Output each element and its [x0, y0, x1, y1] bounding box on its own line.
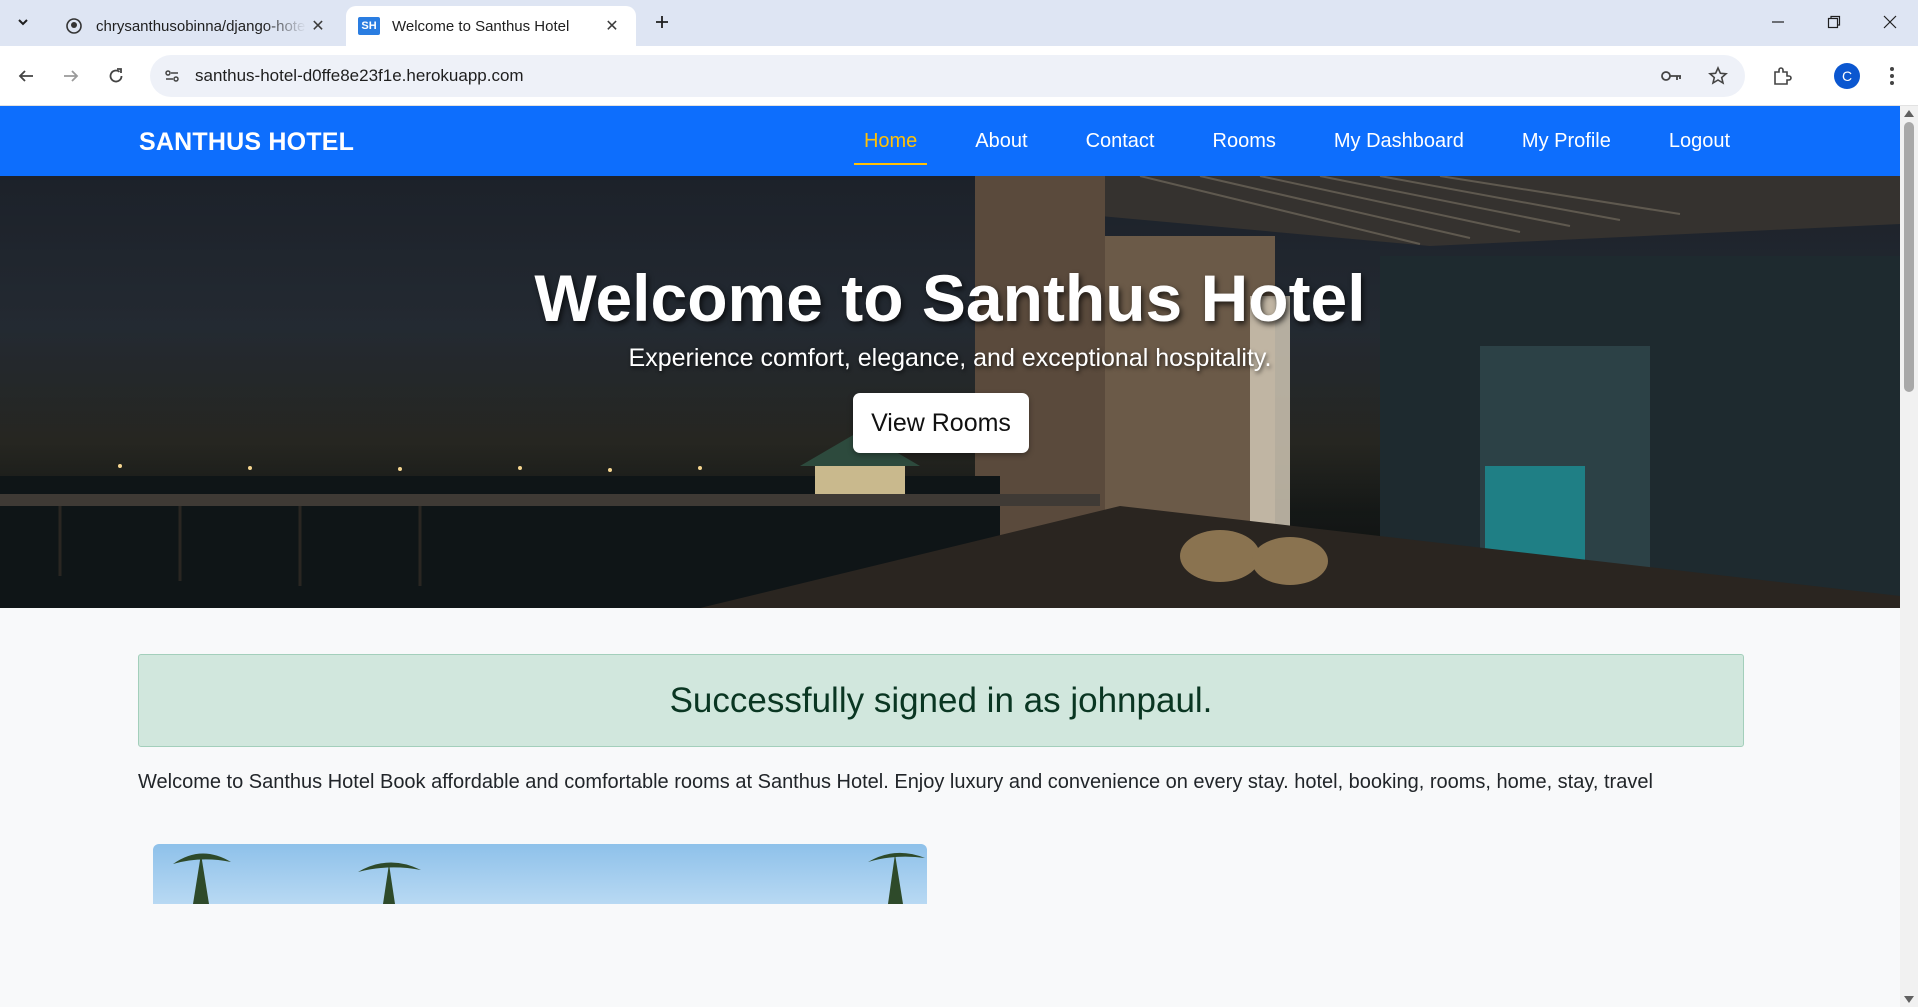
- close-icon: [1883, 15, 1897, 29]
- tab-search-button[interactable]: [6, 8, 40, 36]
- room-preview-image: [153, 844, 927, 904]
- scrollbar-thumb[interactable]: [1904, 122, 1914, 392]
- browser-tab-santhus[interactable]: SH Welcome to Santhus Hotel ✕: [346, 6, 636, 46]
- back-button[interactable]: [10, 60, 42, 92]
- site-favicon-icon: SH: [358, 17, 380, 35]
- reload-icon: [109, 68, 123, 83]
- scroll-up-arrow-icon[interactable]: [1904, 110, 1914, 117]
- puzzle-icon: [1774, 67, 1792, 85]
- minimize-icon: [1772, 21, 1784, 23]
- plus-icon: [656, 16, 668, 28]
- reload-button[interactable]: [100, 60, 132, 92]
- forward-button[interactable]: [55, 60, 87, 92]
- site-navbar: SANTHUS HOTEL Home About Contact Rooms M…: [0, 106, 1900, 176]
- github-icon: [64, 16, 84, 36]
- nav-link-about[interactable]: About: [965, 126, 1037, 157]
- new-tab-button[interactable]: [648, 8, 676, 36]
- close-tab-icon[interactable]: ✕: [600, 14, 624, 38]
- arrow-left-icon: [18, 70, 33, 82]
- site-brand[interactable]: SANTHUS HOTEL: [139, 128, 354, 157]
- hero-heading: Welcome to Santhus Hotel: [534, 261, 1366, 335]
- hero-subheading: Experience comfort, elegance, and except…: [628, 344, 1272, 372]
- tab-title: chrysanthusobinna/django-hotel: [96, 17, 306, 35]
- close-window-button[interactable]: [1862, 0, 1918, 44]
- nav-link-profile[interactable]: My Profile: [1512, 126, 1621, 157]
- browser-toolbar: santhus-hotel-d0ffe8e23f1e.herokuapp.com…: [0, 46, 1918, 106]
- tab-title: Welcome to Santhus Hotel: [392, 17, 570, 35]
- minimize-button[interactable]: [1750, 0, 1806, 44]
- profile-avatar[interactable]: C: [1834, 63, 1860, 89]
- nav-link-dashboard[interactable]: My Dashboard: [1324, 126, 1474, 157]
- chevron-down-icon: [18, 19, 28, 26]
- kebab-menu-icon: [1890, 67, 1894, 85]
- nav-link-home[interactable]: Home: [853, 126, 928, 165]
- restore-button[interactable]: [1806, 0, 1862, 44]
- nav-link-contact[interactable]: Contact: [1076, 126, 1165, 157]
- page-viewport: SANTHUS HOTEL Home About Contact Rooms M…: [0, 106, 1900, 1007]
- signin-success-alert: Successfully signed in as johnpaul.: [138, 654, 1744, 747]
- restore-icon: [1827, 15, 1841, 29]
- browser-tab-github[interactable]: chrysanthusobinna/django-hotel ✕: [52, 6, 342, 46]
- bookmark-star-icon[interactable]: [1706, 64, 1730, 88]
- extensions-button[interactable]: [1766, 60, 1798, 92]
- nav-link-logout[interactable]: Logout: [1659, 126, 1740, 157]
- url-text: santhus-hotel-d0ffe8e23f1e.herokuapp.com: [195, 66, 524, 85]
- scroll-down-arrow-icon[interactable]: [1904, 996, 1914, 1003]
- close-tab-icon[interactable]: ✕: [306, 14, 330, 38]
- address-bar[interactable]: santhus-hotel-d0ffe8e23f1e.herokuapp.com: [150, 55, 1745, 97]
- browser-menu-button[interactable]: [1876, 60, 1908, 92]
- hero-banner: Welcome to Santhus Hotel Experience comf…: [0, 176, 1900, 608]
- view-rooms-button[interactable]: View Rooms: [853, 393, 1029, 453]
- arrow-right-icon: [64, 70, 79, 82]
- password-key-icon[interactable]: [1660, 64, 1684, 88]
- nav-link-rooms[interactable]: Rooms: [1203, 126, 1286, 157]
- page-scrollbar[interactable]: [1900, 106, 1918, 1007]
- intro-text: Welcome to Santhus Hotel Book affordable…: [138, 771, 1653, 793]
- hero-background-image: [0, 176, 1900, 608]
- site-info-icon[interactable]: [160, 64, 184, 88]
- browser-tab-strip: chrysanthusobinna/django-hotel ✕ SH Welc…: [0, 0, 1918, 46]
- nav-links: Home About Contact Rooms My Dashboard My…: [816, 106, 1740, 176]
